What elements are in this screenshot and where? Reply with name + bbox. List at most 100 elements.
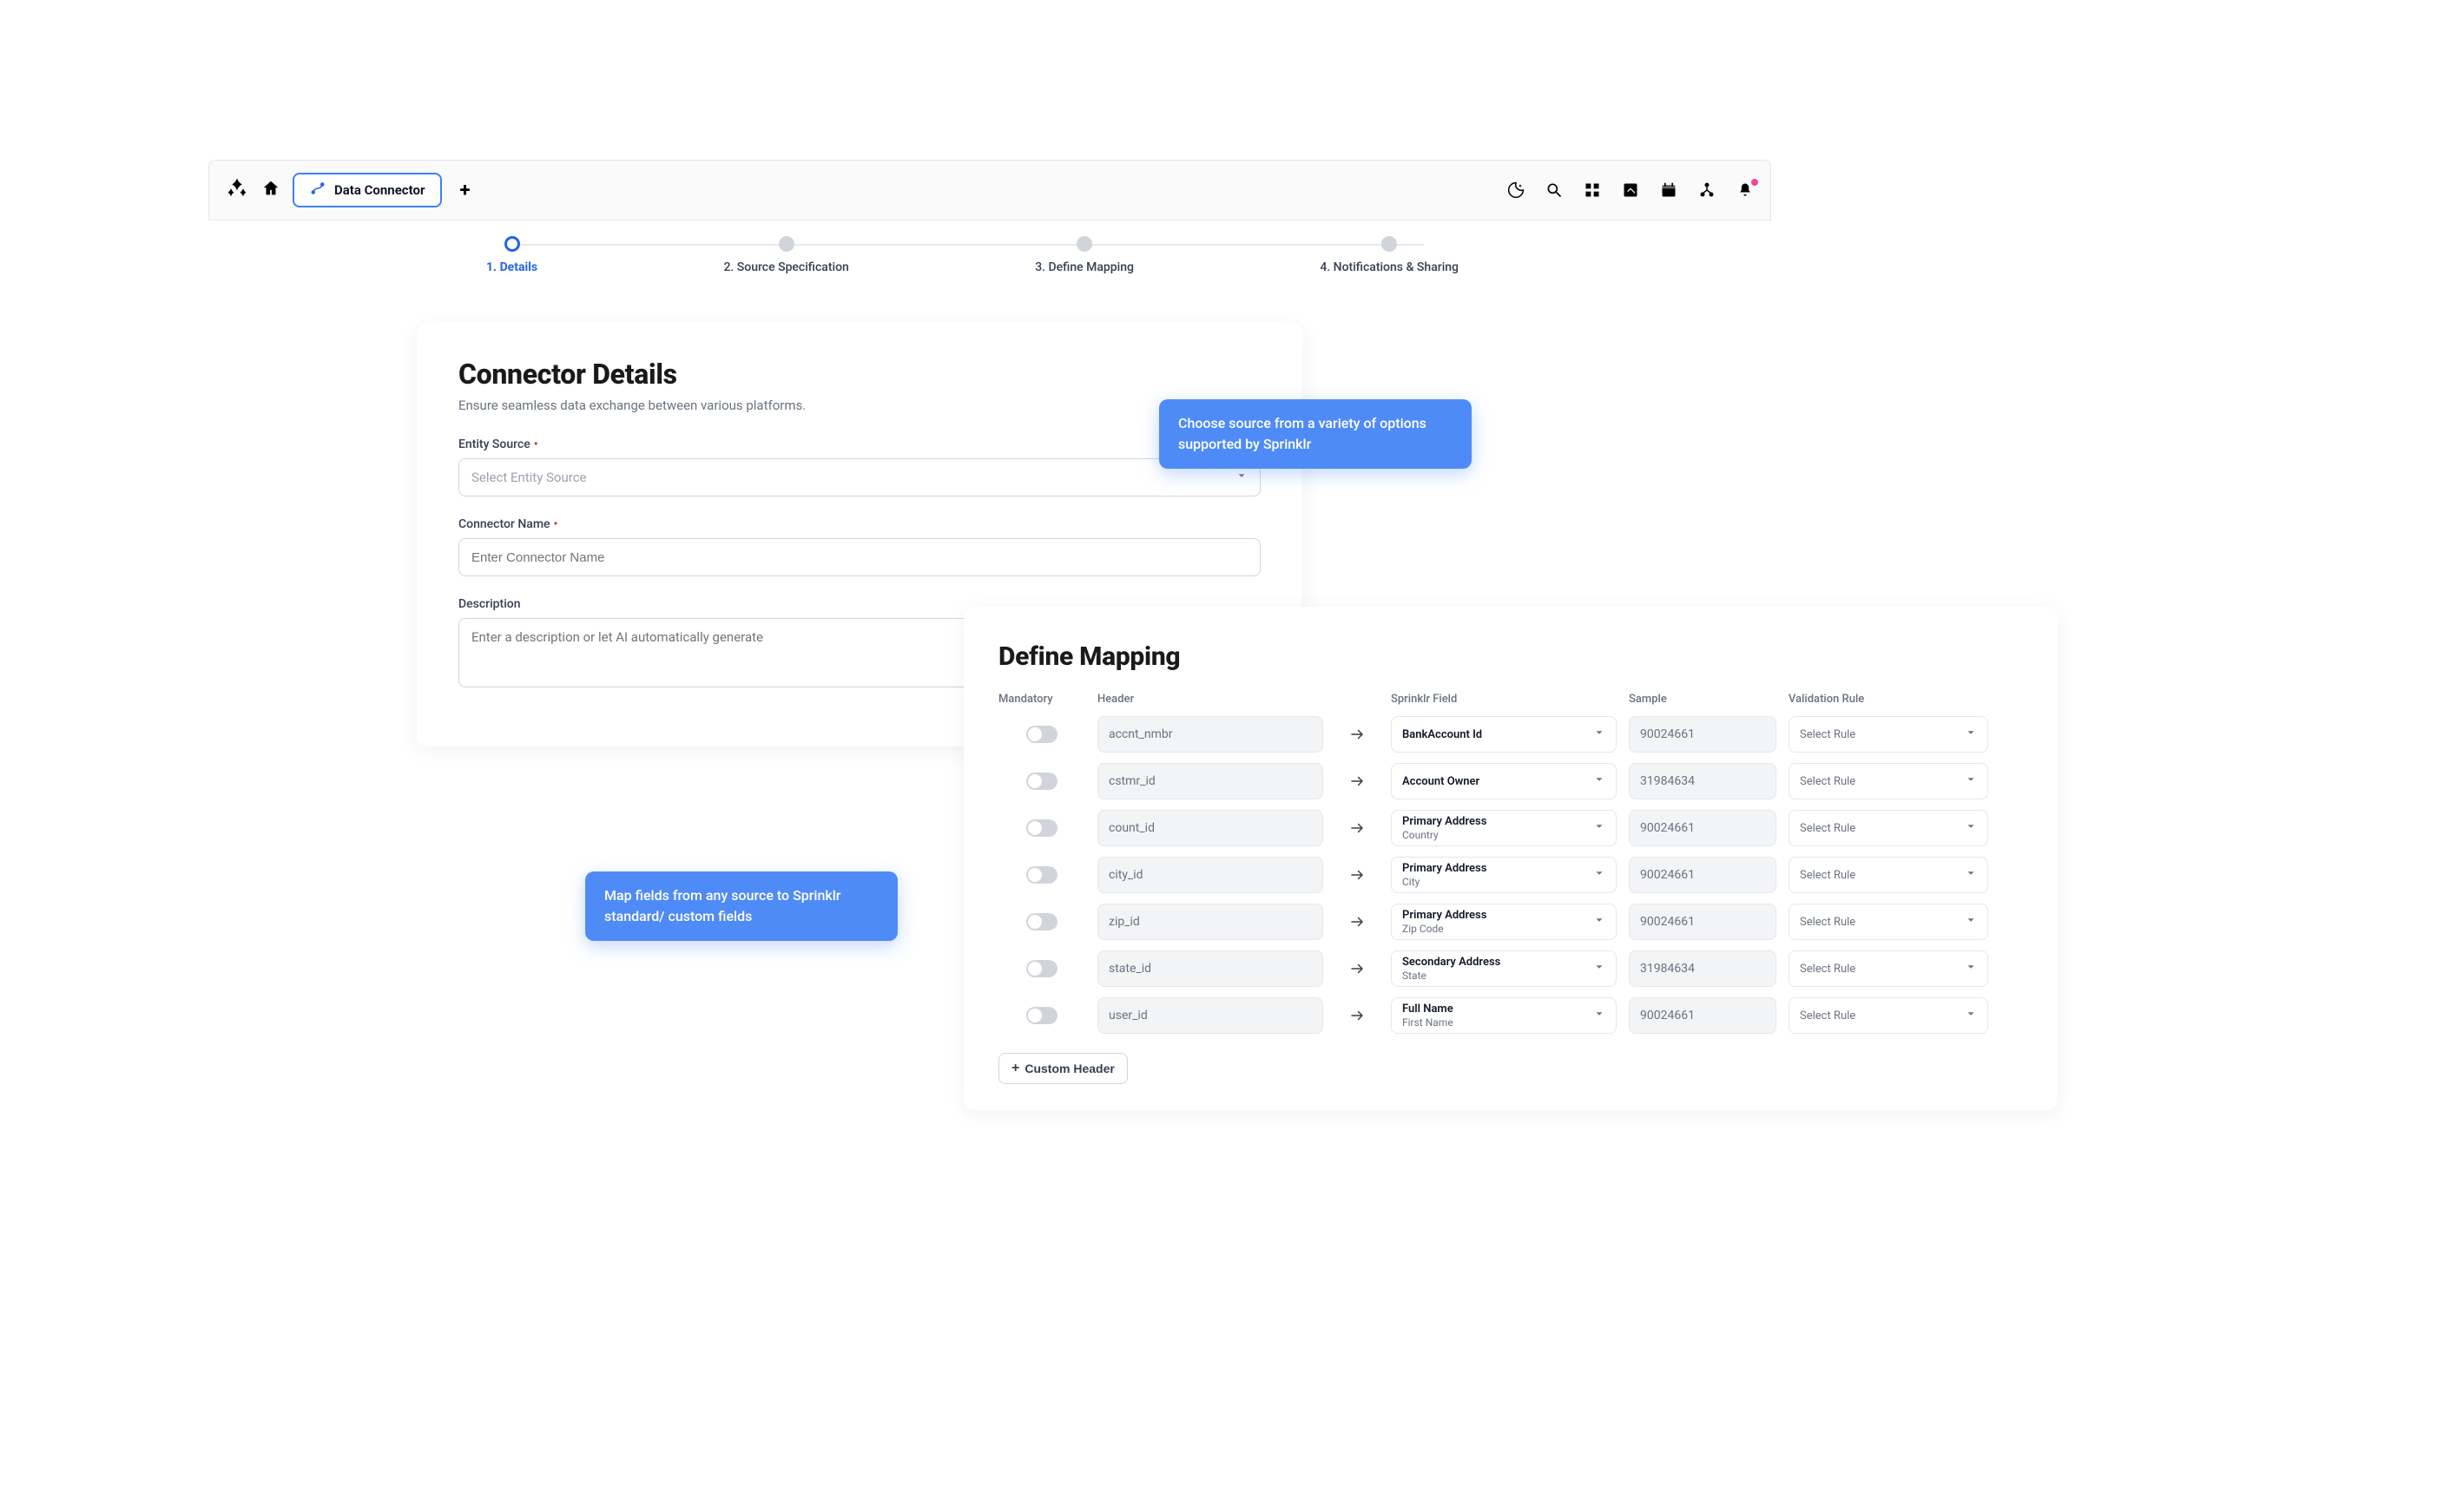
sample-value: 31984634: [1629, 763, 1776, 799]
arrow-right-icon: [1335, 914, 1379, 930]
define-mapping-card: Define Mapping Mandatory Header Sprinklr…: [964, 607, 2058, 1110]
validation-rule-select[interactable]: Select Rule: [1789, 716, 1988, 753]
header-input[interactable]: city_id: [1097, 857, 1323, 893]
connector-name-input[interactable]: [458, 538, 1261, 576]
sprinklr-field-select[interactable]: Primary AddressZip Code: [1391, 904, 1617, 940]
arrow-right-icon: [1335, 961, 1379, 976]
chevron-down-icon: [1965, 867, 1977, 883]
step-source-specification[interactable]: 2. Source Specification: [723, 236, 848, 274]
mapping-row: count_id Primary AddressCountry 90024661 Se…: [998, 810, 2023, 846]
validation-rule-select[interactable]: Select Rule: [1789, 810, 1988, 846]
moon-sparkle-icon[interactable]: [1506, 181, 1525, 200]
arrow-right-icon: [1335, 820, 1379, 836]
mandatory-toggle[interactable]: [1026, 819, 1057, 837]
chevron-down-icon: [1965, 914, 1977, 930]
validation-rule-select[interactable]: Select Rule: [1789, 950, 1988, 987]
tooltip-source: Choose source from a variety of options …: [1159, 399, 1472, 469]
header-input[interactable]: accnt_nmbr: [1097, 716, 1323, 753]
step-circle-icon: [504, 236, 520, 252]
step-notifications-sharing[interactable]: 4. Notifications & Sharing: [1320, 236, 1459, 274]
header-input[interactable]: cstmr_id: [1097, 763, 1323, 799]
mandatory-toggle[interactable]: [1026, 726, 1057, 743]
connector-icon: [310, 181, 326, 200]
col-header: Header: [1097, 693, 1323, 706]
chevron-down-icon: [1235, 470, 1248, 485]
validation-rule-select[interactable]: Select Rule: [1789, 904, 1988, 940]
bell-icon[interactable]: [1736, 181, 1755, 200]
mapping-row: cstmr_id Account Owner 31984634 Select Rule: [998, 763, 2023, 799]
entity-source-select[interactable]: Select Entity Source: [458, 458, 1261, 496]
sprinklr-field-select[interactable]: Primary AddressCountry: [1391, 810, 1617, 846]
header-input[interactable]: zip_id: [1097, 904, 1323, 940]
chevron-down-icon: [1593, 727, 1605, 742]
chevron-down-icon: [1965, 1008, 1977, 1023]
arrow-right-icon: [1335, 773, 1379, 789]
tooltip-mapping: Map fields from any source to Sprinklr s…: [585, 871, 898, 941]
sprinklr-field-select[interactable]: Account Owner: [1391, 763, 1617, 799]
validation-rule-select[interactable]: Select Rule: [1789, 857, 1988, 893]
sample-value: 31984634: [1629, 950, 1776, 987]
header-input[interactable]: user_id: [1097, 997, 1323, 1034]
mandatory-toggle[interactable]: [1026, 1007, 1057, 1024]
sprinklr-logo-icon: [225, 176, 249, 204]
mapping-row: zip_idPrimary AddressZip Code90024661Sel…: [998, 904, 2023, 940]
chevron-down-icon: [1593, 773, 1605, 789]
col-sample: Sample: [1629, 693, 1776, 706]
sprinklr-field-select[interactable]: Primary AddressCity: [1391, 857, 1617, 893]
chevron-down-icon: [1593, 961, 1605, 976]
sample-value: 90024661: [1629, 716, 1776, 753]
entity-source-label: Entity Source•: [458, 437, 1261, 451]
active-tab[interactable]: Data Connector: [293, 173, 442, 207]
sprinklr-field-select[interactable]: Full NameFirst Name: [1391, 997, 1617, 1034]
chevron-down-icon: [1593, 867, 1605, 883]
mapping-row: state_id Secondary AddressState 31984634 Se…: [998, 950, 2023, 987]
validation-rule-select[interactable]: Select Rule: [1789, 997, 1988, 1034]
mandatory-toggle[interactable]: [1026, 866, 1057, 884]
calendar-icon[interactable]: [1659, 181, 1678, 200]
home-icon[interactable]: [261, 179, 280, 201]
mapping-row: accnt_nmbr BankAccount Id 90024661 Select R…: [998, 716, 2023, 753]
page-title: Connector Details: [458, 358, 1261, 391]
mapping-title: Define Mapping: [998, 641, 2023, 672]
chevron-down-icon: [1965, 727, 1977, 742]
header-input[interactable]: state_id: [1097, 950, 1323, 987]
step-define-mapping[interactable]: 3. Define Mapping: [1035, 236, 1134, 274]
chevron-down-icon: [1965, 773, 1977, 789]
header-input[interactable]: count_id: [1097, 810, 1323, 846]
col-validation: Validation Rule: [1789, 693, 1988, 706]
top-bar: Data Connector +: [208, 160, 1771, 220]
sample-value: 90024661: [1629, 857, 1776, 893]
chevron-down-icon: [1965, 961, 1977, 976]
mandatory-toggle[interactable]: [1026, 773, 1057, 790]
chevron-down-icon: [1965, 820, 1977, 836]
tab-label: Data Connector: [334, 182, 425, 198]
hierarchy-icon[interactable]: [1697, 181, 1716, 200]
sample-value: 90024661: [1629, 810, 1776, 846]
stepper: 1. Details 2. Source Specification 3. De…: [486, 236, 1459, 274]
validation-rule-select[interactable]: Select Rule: [1789, 763, 1988, 799]
chevron-down-icon: [1593, 1008, 1605, 1023]
connector-name-label: Connector Name•: [458, 517, 1261, 531]
mandatory-toggle[interactable]: [1026, 960, 1057, 977]
notification-badge: [1749, 177, 1760, 187]
col-sprinklr-field: Sprinklr Field: [1391, 693, 1617, 706]
arrow-right-icon: [1335, 727, 1379, 742]
mandatory-toggle[interactable]: [1026, 913, 1057, 930]
custom-header-button[interactable]: + Custom Header: [998, 1053, 1128, 1084]
mapping-row: user_idFull NameFirst Name90024661Select…: [998, 997, 2023, 1034]
mapping-row: city_id Primary AddressCity 90024661 Select…: [998, 857, 2023, 893]
apps-grid-icon[interactable]: [1583, 181, 1602, 200]
chevron-down-icon: [1593, 914, 1605, 930]
compose-icon[interactable]: [1621, 181, 1640, 200]
step-circle-icon: [1077, 236, 1092, 252]
sprinklr-field-select[interactable]: BankAccount Id: [1391, 716, 1617, 753]
sprinklr-field-select[interactable]: Secondary AddressState: [1391, 950, 1617, 987]
step-details[interactable]: 1. Details: [486, 236, 537, 274]
plus-icon: +: [1011, 1061, 1019, 1076]
search-icon[interactable]: [1545, 181, 1564, 200]
page-subtitle: Ensure seamless data exchange between va…: [458, 398, 1261, 413]
step-circle-icon: [1381, 236, 1397, 252]
arrow-right-icon: [1335, 1008, 1379, 1023]
col-mandatory: Mandatory: [998, 693, 1085, 706]
add-tab-icon[interactable]: +: [454, 180, 475, 201]
